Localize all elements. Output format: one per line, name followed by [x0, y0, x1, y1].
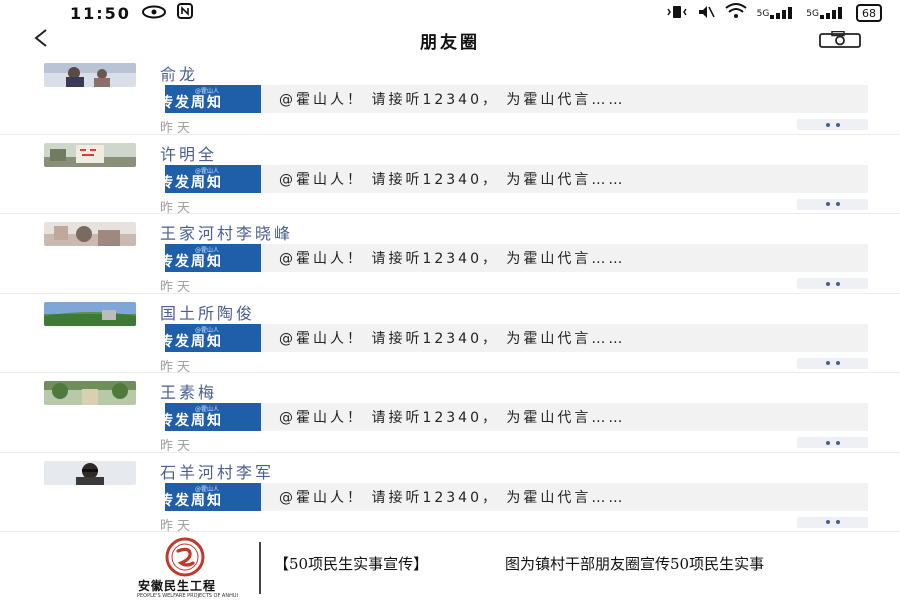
logo-subtitle: PEOPLE'S WELFARE PROJECTS OF ANHUI: [137, 593, 238, 599]
more-dots-icon[interactable]: [797, 198, 868, 210]
author-name[interactable]: 许明全: [160, 141, 217, 165]
signal-icon-1: 5G: [757, 7, 797, 19]
shared-link-card[interactable]: @霍山人 传发周知 @霍山人！ 请接听12340， 为霍山代言……: [165, 244, 868, 272]
card-title: @霍山人！ 请接听12340， 为霍山代言……: [279, 410, 626, 426]
nav-bar: 朋友圈: [0, 26, 900, 54]
post-time: 昨天: [160, 121, 195, 136]
more-dots-icon[interactable]: [797, 278, 868, 289]
shared-link-card[interactable]: @霍山人 传发周知 @霍山人！ 请接听12340， 为霍山代言……: [165, 164, 868, 193]
post-time: 昨天: [160, 280, 195, 295]
card-thumbnail: @霍山人 传发周知: [165, 164, 261, 193]
battery-icon: 68: [856, 4, 882, 22]
signal-icon-2: 5G: [806, 7, 846, 19]
more-dots-icon[interactable]: [797, 357, 868, 369]
card-thumbnail: @霍山人 传发周知: [165, 323, 261, 352]
card-thumbnail: @霍山人 传发周知: [165, 482, 261, 511]
caption-text: 图为镇村干部朋友圈宣传50项民生实事: [505, 555, 765, 573]
status-bar: 11:50 5G 5G 68: [0, 0, 900, 26]
author-name[interactable]: 王家河村李晓峰: [160, 220, 293, 244]
eye-icon: [141, 4, 167, 23]
more-dots-icon[interactable]: [797, 516, 868, 528]
avatar[interactable]: [44, 381, 136, 405]
card-thumbnail: @霍山人 传发周知: [165, 85, 261, 113]
moments-screen: 11:50 5G 5G 68 朋友圈 俞龙 @霍山人 传发周知 @霍山人！ 请接…: [0, 0, 900, 600]
shared-link-card[interactable]: @霍山人 传发周知 @霍山人！ 请接听12340， 为霍山代言……: [165, 482, 868, 511]
card-title: @霍山人！ 请接听12340， 为霍山代言……: [279, 171, 626, 188]
moments-feed: 俞龙 @霍山人 传发周知 @霍山人！ 请接听12340， 为霍山代言…… 昨天 …: [0, 55, 900, 534]
card-title: @霍山人！ 请接听12340， 为霍山代言……: [279, 92, 626, 108]
post-time: 昨天: [160, 439, 195, 454]
author-name[interactable]: 王素梅: [160, 379, 217, 403]
avatar[interactable]: [44, 142, 136, 167]
card-title: @霍山人！ 请接听12340， 为霍山代言……: [279, 489, 626, 506]
feed-item: 王素梅 @霍山人 传发周知 @霍山人！ 请接听12340， 为霍山代言…… 昨天: [0, 373, 900, 454]
camera-icon[interactable]: [818, 30, 862, 49]
nfc-icon: [176, 3, 193, 23]
more-dots-icon[interactable]: [797, 119, 868, 130]
more-dots-icon[interactable]: [797, 437, 868, 448]
author-name[interactable]: 石羊河村李军: [160, 459, 274, 483]
card-thumbnail: @霍山人 传发周知: [165, 244, 261, 272]
feed-item: 俞龙 @霍山人 传发周知 @霍山人！ 请接听12340， 为霍山代言…… 昨天: [0, 55, 900, 136]
wifi-icon: [724, 3, 747, 23]
page-title: 朋友圈: [420, 32, 480, 53]
anhui-welfare-logo: 安徽民生工程 PEOPLE'S WELFARE PROJECTS OF ANHU…: [132, 536, 242, 600]
caption-divider: [259, 542, 261, 594]
feed-item: 许明全 @霍山人 传发周知 @霍山人！ 请接听12340， 为霍山代言…… 昨天: [0, 135, 900, 216]
card-title: @霍山人！ 请接听12340， 为霍山代言……: [279, 251, 626, 267]
status-time: 11:50: [70, 3, 131, 23]
shared-link-card[interactable]: @霍山人 传发周知 @霍山人！ 请接听12340， 为霍山代言……: [165, 403, 868, 431]
avatar[interactable]: [44, 63, 136, 87]
post-time: 昨天: [160, 518, 195, 534]
feed-item: 国土所陶俊 @霍山人 传发周知 @霍山人！ 请接听12340， 为霍山代言…… …: [0, 294, 900, 375]
seal-icon: [165, 537, 205, 577]
card-title: @霍山人！ 请接听12340， 为霍山代言……: [279, 330, 626, 347]
feed-item: 石羊河村李军 @霍山人 传发周知 @霍山人！ 请接听12340， 为霍山代言………: [0, 453, 900, 534]
post-time: 昨天: [160, 359, 195, 375]
logo-title: 安徽民生工程: [138, 579, 217, 593]
avatar[interactable]: [44, 460, 136, 485]
mute-icon: [697, 4, 715, 23]
back-arrow-icon[interactable]: [32, 28, 50, 54]
caption-tag: 【50项民生实事宣传】: [274, 555, 429, 573]
shared-link-card[interactable]: @霍山人 传发周知 @霍山人！ 请接听12340， 为霍山代言……: [165, 323, 868, 352]
card-thumbnail: @霍山人 传发周知: [165, 403, 261, 431]
shared-link-card[interactable]: @霍山人 传发周知 @霍山人！ 请接听12340， 为霍山代言……: [165, 85, 868, 113]
avatar[interactable]: [44, 222, 136, 246]
feed-item: 王家河村李晓峰 @霍山人 传发周知 @霍山人！ 请接听12340， 为霍山代言……: [0, 214, 900, 295]
author-name[interactable]: 国土所陶俊: [160, 300, 255, 324]
avatar[interactable]: [44, 301, 136, 326]
post-time: 昨天: [160, 200, 195, 216]
vibrate-icon: [666, 4, 687, 23]
author-name[interactable]: 俞龙: [160, 61, 198, 85]
caption-bar: 安徽民生工程 PEOPLE'S WELFARE PROJECTS OF ANHU…: [0, 533, 900, 600]
